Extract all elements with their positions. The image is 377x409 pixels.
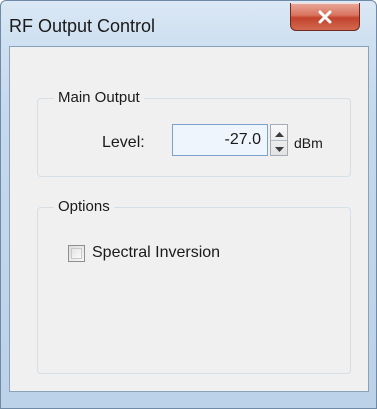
window-title: RF Output Control	[9, 16, 156, 36]
main-output-legend: Main Output	[54, 89, 144, 107]
close-icon	[317, 10, 333, 24]
spectral-inversion-label[interactable]: Spectral Inversion	[92, 244, 220, 262]
level-decrement-button[interactable]	[271, 140, 287, 155]
options-legend: Options	[54, 198, 114, 216]
options-group: Options	[37, 198, 351, 374]
close-button[interactable]	[290, 3, 360, 31]
level-input[interactable]	[172, 124, 268, 156]
level-label: Level:	[102, 134, 145, 151]
arrow-down-icon	[274, 139, 284, 157]
level-spinner	[270, 124, 288, 156]
title-bar[interactable]: RF Output Control	[1, 1, 376, 45]
unit-label: dBm	[294, 135, 323, 151]
spectral-inversion-checkbox[interactable]	[68, 245, 85, 262]
